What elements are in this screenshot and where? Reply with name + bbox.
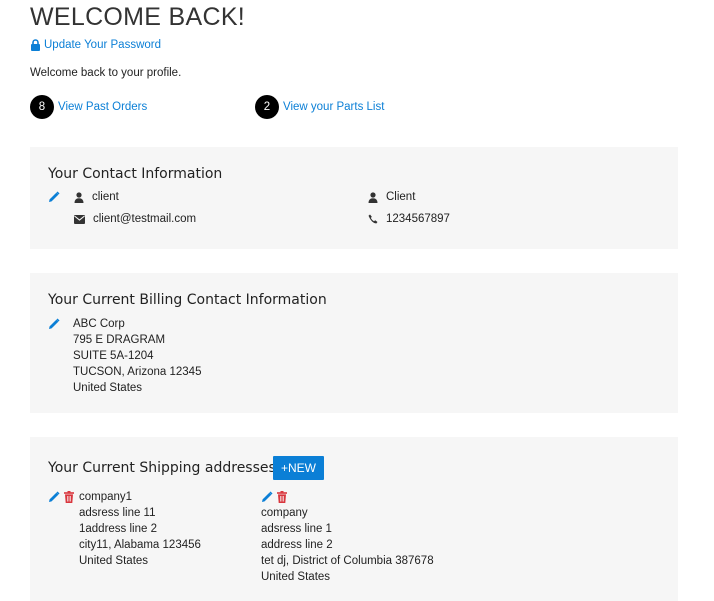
shipping-panel: Your Current Shipping addresses +NEW com…	[30, 437, 678, 601]
shipping-address-1: company1 adsress line 11 1address line 2…	[79, 489, 201, 569]
shipping-address-line: 1address line 2	[79, 523, 157, 535]
intro-text: Welcome back to your profile.	[30, 67, 182, 79]
contact-name: Client	[386, 191, 416, 203]
billing-line: United States	[73, 382, 143, 394]
edit-pencil-icon[interactable]	[48, 191, 60, 203]
past-orders-link[interactable]: 8 View Past Orders	[30, 95, 147, 119]
billing-line: ABC Corp	[73, 318, 125, 330]
parts-list-link[interactable]: 2 View your Parts List	[255, 95, 384, 119]
shipping-address-2: company adsress line 1 address line 2 te…	[261, 505, 434, 585]
shipping-address-line: adsress line 11	[79, 507, 156, 519]
shipping-address-line: tet dj, District of Columbia 387678	[261, 555, 434, 567]
parts-count-badge: 2	[255, 95, 279, 119]
billing-line: SUITE 5A-1204	[73, 350, 154, 362]
contact-info-title: Your Contact Information	[48, 166, 223, 182]
shipping-address-line: address line 2	[261, 539, 333, 551]
lock-icon	[31, 39, 40, 51]
shipping-address-line: city11, Alabama 123456	[79, 539, 201, 551]
billing-line: TUCSON, Arizona 12345	[73, 366, 202, 378]
shipping-address-line: United States	[261, 571, 331, 583]
edit-pencil-icon[interactable]	[48, 491, 60, 503]
contact-phone: 1234567897	[386, 213, 450, 225]
shipping-address-line: company1	[79, 491, 133, 503]
shipping-address-line: company	[261, 507, 308, 519]
contact-info-panel: Your Contact Information client client@t…	[30, 147, 678, 249]
trash-icon[interactable]	[64, 491, 74, 503]
user-icon	[368, 191, 378, 203]
billing-info-title: Your Current Billing Contact Information	[48, 292, 327, 308]
phone-icon	[368, 214, 378, 224]
edit-pencil-icon[interactable]	[48, 318, 60, 330]
contact-username: client	[92, 191, 119, 203]
page-title: WELCOME BACK!	[30, 3, 246, 31]
billing-address: ABC Corp 795 E DRAGRAM SUITE 5A-1204 TUC…	[73, 316, 201, 396]
contact-username-row: client	[74, 189, 119, 205]
billing-line: 795 E DRAGRAM	[73, 334, 166, 346]
envelope-icon	[74, 214, 85, 224]
billing-info-panel: Your Current Billing Contact Information…	[30, 273, 678, 413]
update-password-link[interactable]: Update Your Password	[30, 37, 161, 53]
update-password-label[interactable]: Update Your Password	[44, 37, 161, 53]
shipping-address-line: United States	[79, 555, 149, 567]
parts-list-label[interactable]: View your Parts List	[283, 99, 384, 115]
add-shipping-address-button[interactable]: +NEW	[273, 456, 325, 480]
contact-email-row: client@testmail.com	[74, 211, 196, 227]
user-icon	[74, 191, 84, 203]
contact-phone-row: 1234567897	[368, 211, 450, 227]
edit-pencil-icon[interactable]	[261, 491, 273, 503]
contact-name-row: Client	[368, 189, 415, 205]
past-orders-label[interactable]: View Past Orders	[58, 99, 147, 115]
contact-email: client@testmail.com	[93, 213, 197, 225]
shipping-title: Your Current Shipping addresses	[48, 460, 276, 476]
shipping-address-line: adsress line 1	[261, 523, 332, 535]
past-orders-count-badge: 8	[30, 95, 54, 119]
trash-icon[interactable]	[277, 491, 287, 503]
